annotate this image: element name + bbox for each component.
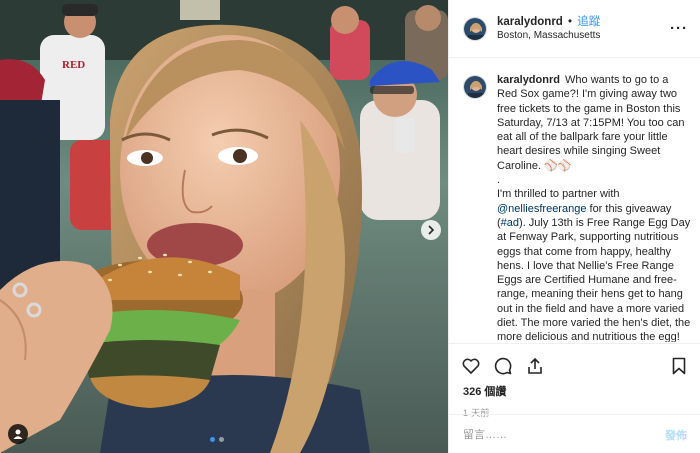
carousel-next-button[interactable] [421, 220, 441, 240]
caption-username[interactable]: karalydonrd [497, 74, 560, 86]
post-photo[interactable]: RED [0, 0, 448, 453]
comment-icon[interactable] [493, 356, 513, 376]
chevron-right-icon [428, 225, 435, 235]
heart-icon[interactable] [461, 356, 481, 376]
tagged-users-button[interactable] [8, 424, 28, 444]
carousel-dot [219, 437, 224, 442]
bookmark-icon[interactable] [669, 356, 689, 376]
caption-part2-pre: I'm thrilled to partner with [497, 188, 620, 201]
follow-button[interactable]: 追蹤 [577, 16, 600, 28]
caption-dot: . [497, 174, 501, 187]
post-comment-button[interactable]: 發佈 [665, 427, 687, 443]
selfie-image: RED [0, 0, 448, 453]
more-dots-icon[interactable]: ··· [670, 21, 688, 36]
header-text: karalydonrd • 追蹤 Boston, Massachusetts [497, 15, 670, 43]
caption-part2-post: ). July 13th is Free Range Egg Day at Fe… [497, 216, 691, 342]
caption-avatar[interactable] [463, 75, 487, 99]
person-icon [13, 429, 23, 439]
hashtag-link[interactable]: #ad [501, 217, 519, 229]
post-side-panel: karalydonrd • 追蹤 Boston, Massachusetts ·… [448, 0, 700, 453]
comment-input[interactable] [463, 428, 665, 441]
avatar-image [464, 17, 486, 40]
share-icon[interactable] [525, 356, 545, 376]
comment-form: 發佈 [449, 414, 700, 453]
avatar[interactable] [463, 16, 487, 41]
location-link[interactable]: Boston, Massachusetts [497, 29, 670, 43]
header-separator: • [568, 15, 573, 28]
mention-link[interactable]: @nelliesfreerange [497, 203, 586, 215]
svg-text:RED: RED [62, 59, 85, 71]
actions-bar: 326 個讚 1 天前 發佈 [449, 343, 700, 453]
header-username[interactable]: karalydonrd [497, 16, 563, 28]
caption-part1: Who wants to go to a Red Sox game?! I'm … [497, 74, 685, 172]
avatar-image [464, 76, 486, 98]
action-icons [449, 350, 700, 382]
post-header: karalydonrd • 追蹤 Boston, Massachusetts ·… [449, 0, 700, 58]
likes-count[interactable]: 326 個讚 [449, 383, 700, 399]
caption: karalydonrd Who wants to go to a Red Sox… [463, 73, 691, 342]
caption-area: karalydonrd Who wants to go to a Red Sox… [449, 59, 700, 342]
caption-text: karalydonrd Who wants to go to a Red Sox… [497, 73, 691, 342]
carousel-dot [210, 437, 215, 442]
carousel-dots [210, 437, 224, 442]
